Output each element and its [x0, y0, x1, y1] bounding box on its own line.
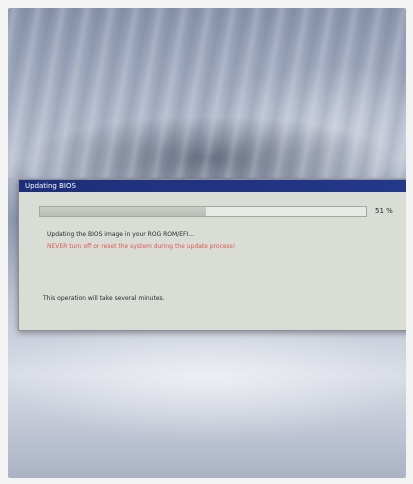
wallpaper-streaks — [8, 8, 406, 178]
bios-update-dialog: Updating BIOS 51 % Updating the BIOS ima… — [18, 179, 406, 331]
monitor-screen: Updating BIOS 51 % Updating the BIOS ima… — [8, 8, 406, 478]
update-progress-bar — [39, 206, 367, 217]
progress-percent: 51 % — [375, 207, 393, 215]
photo-frame: Updating BIOS 51 % Updating the BIOS ima… — [0, 0, 413, 484]
status-message: Updating the BIOS image in your ROG ROM/… — [47, 231, 194, 238]
footer-message: This operation will take several minutes… — [43, 295, 165, 302]
dialog-titlebar[interactable]: Updating BIOS — [19, 180, 406, 192]
warning-message: NEVER turn off or reset the system durin… — [47, 243, 236, 250]
dialog-title: Updating BIOS — [25, 182, 76, 190]
progress-fill — [40, 207, 207, 216]
